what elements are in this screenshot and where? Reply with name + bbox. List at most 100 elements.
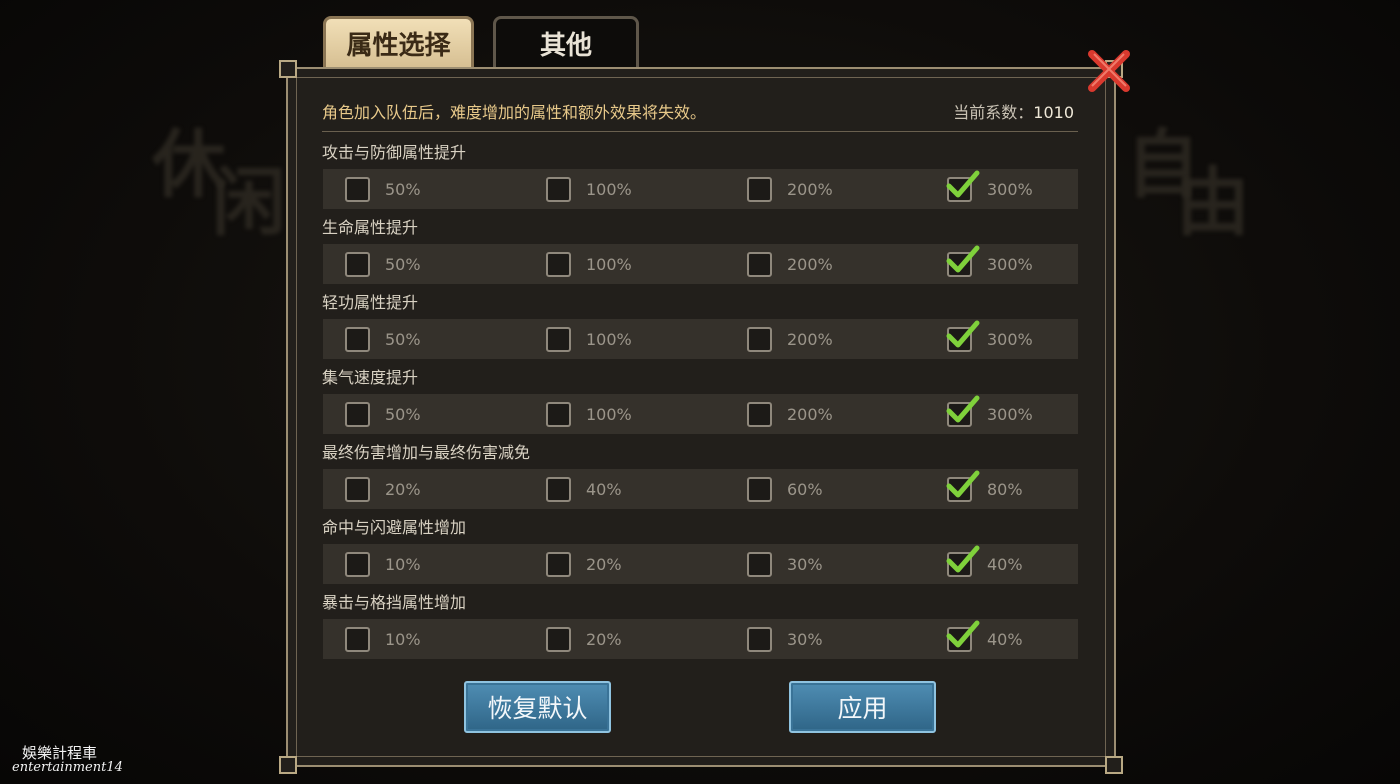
option-checkbox[interactable]: 40%	[946, 544, 1023, 584]
checkbox[interactable]	[946, 620, 980, 652]
option-checkbox[interactable]: 100%	[546, 394, 632, 434]
option-label: 300%	[987, 404, 1033, 424]
reset-default-button[interactable]: 恢复默认	[464, 681, 611, 733]
option-label: 200%	[787, 404, 833, 424]
checkbox[interactable]	[546, 326, 571, 352]
option-label: 20%	[586, 554, 622, 574]
checkbox[interactable]	[747, 476, 772, 502]
checkbox[interactable]	[546, 626, 571, 652]
checkbox[interactable]	[946, 395, 980, 427]
checkbox[interactable]	[345, 401, 370, 427]
option-row: 50% 100% 200% 300%	[323, 319, 1078, 359]
option-label: 10%	[385, 629, 421, 649]
panel-corner-ornament	[279, 756, 297, 774]
current-coefficient: 当前系数：1010	[953, 101, 1074, 125]
option-checkbox[interactable]: 80%	[946, 469, 1023, 509]
option-label: 100%	[586, 179, 632, 199]
option-label: 100%	[586, 404, 632, 424]
checkmark-icon	[946, 620, 980, 647]
checkbox[interactable]	[546, 551, 571, 577]
checkbox[interactable]	[946, 245, 980, 277]
option-checkbox[interactable]: 100%	[546, 244, 632, 284]
close-icon	[1088, 50, 1130, 92]
option-checkbox[interactable]: 300%	[946, 319, 1033, 359]
panel-corner-ornament	[1105, 756, 1123, 774]
option-label: 50%	[385, 179, 421, 199]
checkmark-icon	[946, 395, 980, 422]
option-label: 300%	[987, 254, 1033, 274]
option-checkbox[interactable]: 50%	[345, 244, 421, 284]
party-notice-text: 角色加入队伍后，难度增加的属性和额外效果将失效。	[322, 103, 707, 122]
header-divider	[322, 131, 1078, 132]
option-checkbox[interactable]: 300%	[946, 394, 1033, 434]
checkbox[interactable]	[747, 626, 772, 652]
option-checkbox[interactable]: 50%	[345, 394, 421, 434]
checkbox[interactable]	[946, 470, 980, 502]
checkbox[interactable]	[546, 476, 571, 502]
option-checkbox[interactable]: 40%	[546, 469, 622, 509]
option-checkbox[interactable]: 40%	[946, 619, 1023, 659]
option-checkbox[interactable]: 20%	[345, 469, 421, 509]
option-label: 30%	[787, 629, 823, 649]
checkbox[interactable]	[946, 545, 980, 577]
option-checkbox[interactable]: 50%	[345, 319, 421, 359]
option-checkbox[interactable]: 200%	[747, 169, 833, 209]
checkbox[interactable]	[946, 320, 980, 352]
option-label: 30%	[787, 554, 823, 574]
option-checkbox[interactable]: 50%	[345, 169, 421, 209]
checkmark-icon	[946, 470, 980, 497]
checkbox[interactable]	[747, 551, 772, 577]
option-label: 50%	[385, 254, 421, 274]
tab-other[interactable]: 其他	[493, 16, 639, 68]
option-row: 20% 40% 60% 80%	[323, 469, 1078, 509]
option-checkbox[interactable]: 10%	[345, 544, 421, 584]
option-row: 50% 100% 200% 300%	[323, 169, 1078, 209]
option-checkbox[interactable]: 100%	[546, 169, 632, 209]
option-checkbox[interactable]: 20%	[546, 619, 622, 659]
option-checkbox[interactable]: 200%	[747, 319, 833, 359]
option-checkbox[interactable]: 20%	[546, 544, 622, 584]
option-row: 10% 20% 30% 40%	[323, 544, 1078, 584]
checkbox[interactable]	[345, 551, 370, 577]
background-glyph: 由	[1176, 160, 1250, 246]
option-label: 100%	[586, 254, 632, 274]
checkbox[interactable]	[345, 251, 370, 277]
checkbox[interactable]	[345, 176, 370, 202]
option-label: 100%	[586, 329, 632, 349]
option-label: 40%	[987, 554, 1023, 574]
option-label: 40%	[586, 479, 622, 499]
option-label: 200%	[787, 254, 833, 274]
option-checkbox[interactable]: 100%	[546, 319, 632, 359]
checkmark-icon	[946, 245, 980, 272]
option-checkbox[interactable]: 30%	[747, 544, 823, 584]
checkbox[interactable]	[747, 401, 772, 427]
checkbox[interactable]	[747, 251, 772, 277]
checkbox[interactable]	[747, 326, 772, 352]
option-checkbox[interactable]: 200%	[747, 394, 833, 434]
checkbox[interactable]	[345, 476, 370, 502]
checkbox[interactable]	[345, 326, 370, 352]
option-label: 20%	[586, 629, 622, 649]
option-checkbox[interactable]: 60%	[747, 469, 823, 509]
checkmark-icon	[946, 545, 980, 572]
checkbox[interactable]	[546, 401, 571, 427]
close-button[interactable]	[1084, 46, 1134, 96]
option-label: 200%	[787, 179, 833, 199]
option-checkbox[interactable]: 200%	[747, 244, 833, 284]
option-label: 300%	[987, 329, 1033, 349]
option-label: 10%	[385, 554, 421, 574]
watermark-text: entertainment14	[12, 760, 123, 775]
checkbox[interactable]	[546, 176, 571, 202]
checkbox[interactable]	[747, 176, 772, 202]
option-label: 40%	[987, 629, 1023, 649]
option-checkbox[interactable]: 300%	[946, 244, 1033, 284]
option-checkbox[interactable]: 10%	[345, 619, 421, 659]
background-glyph: 闲	[212, 160, 286, 246]
tab-attribute-selection[interactable]: 属性选择	[323, 16, 474, 68]
checkbox[interactable]	[345, 626, 370, 652]
option-checkbox[interactable]: 300%	[946, 169, 1033, 209]
option-checkbox[interactable]: 30%	[747, 619, 823, 659]
checkbox[interactable]	[546, 251, 571, 277]
checkbox[interactable]	[946, 170, 980, 202]
apply-button[interactable]: 应用	[789, 681, 936, 733]
